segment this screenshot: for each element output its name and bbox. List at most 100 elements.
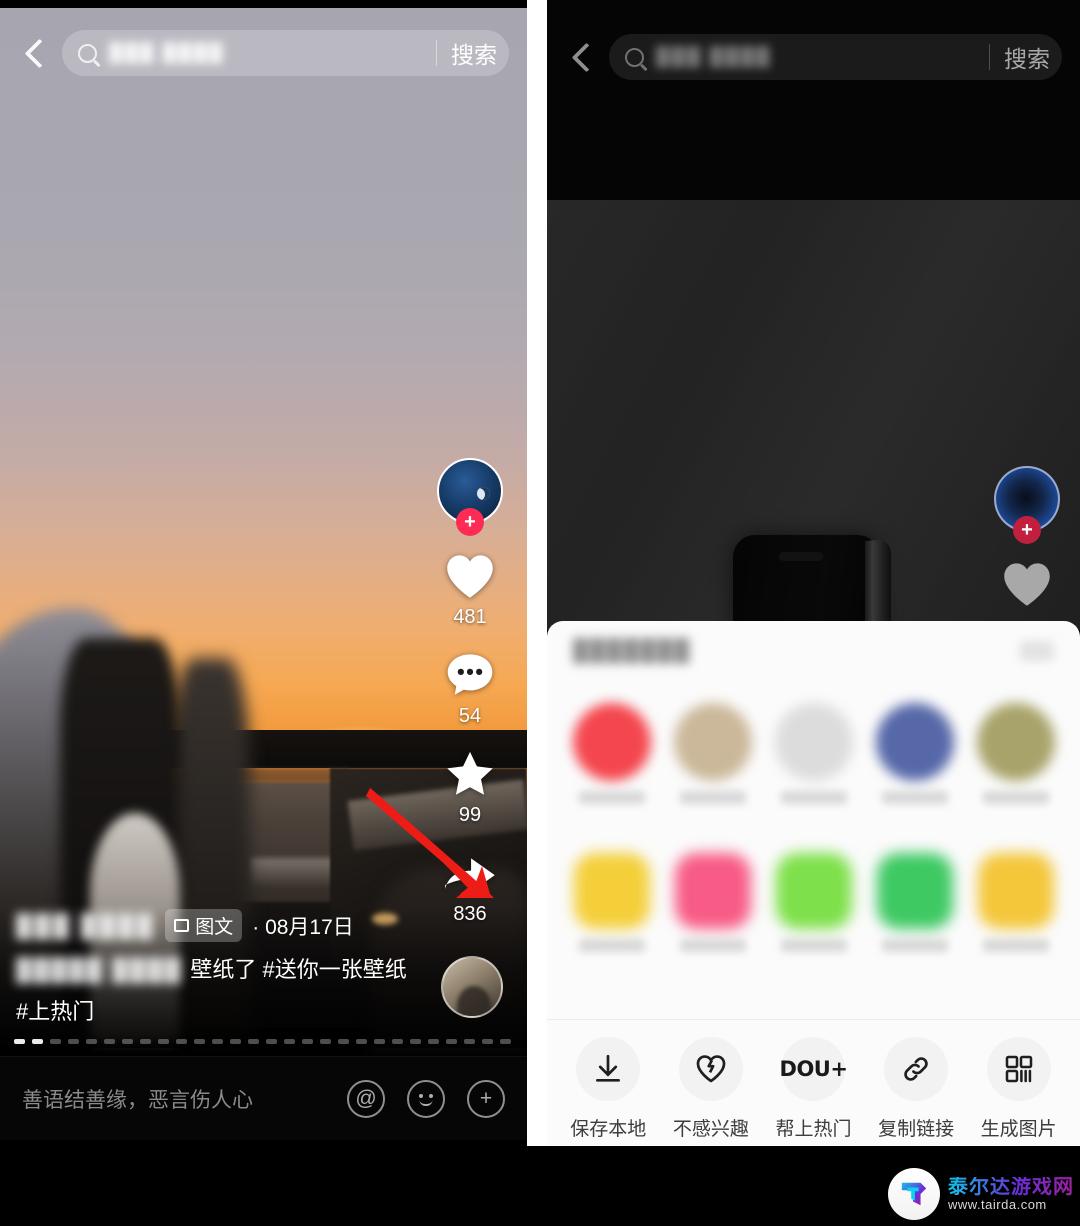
dot[interactable] bbox=[122, 1039, 133, 1044]
comment-bubble-icon bbox=[439, 647, 501, 703]
back-chevron-icon[interactable] bbox=[18, 36, 52, 70]
dot[interactable] bbox=[374, 1039, 385, 1044]
dot[interactable] bbox=[392, 1039, 403, 1044]
comment-button[interactable]: 54 bbox=[439, 647, 501, 728]
moon-shape bbox=[477, 487, 490, 500]
share-button[interactable]: 836 bbox=[439, 845, 501, 926]
action-not-interested[interactable]: 不感兴趣 bbox=[663, 1037, 759, 1141]
caption-text-row: █████ ████ 壁纸了 #送你一张壁纸 bbox=[16, 954, 446, 986]
dot[interactable] bbox=[302, 1039, 313, 1044]
post-date: · 08月17日 bbox=[252, 915, 354, 939]
dot[interactable] bbox=[50, 1039, 61, 1044]
share-sheet-header: ███████ bbox=[573, 639, 691, 663]
back-chevron-icon[interactable] bbox=[565, 40, 599, 74]
dot[interactable] bbox=[230, 1039, 241, 1044]
dot[interactable] bbox=[194, 1039, 205, 1044]
like-button[interactable]: 481 bbox=[439, 548, 501, 629]
share-contact-item[interactable] bbox=[872, 703, 958, 804]
share-app-item[interactable] bbox=[973, 853, 1059, 952]
action-label: 帮上热门 bbox=[775, 1119, 852, 1140]
dot[interactable] bbox=[104, 1039, 115, 1044]
follow-plus-badge[interactable]: + bbox=[1013, 516, 1041, 544]
at-mention-icon[interactable]: @ bbox=[347, 1079, 385, 1118]
app-name-blurred bbox=[780, 939, 847, 952]
broken-heart-icon-svg bbox=[696, 1055, 726, 1083]
add-plus-icon[interactable]: + bbox=[467, 1079, 505, 1118]
dot[interactable] bbox=[86, 1039, 97, 1044]
dot[interactable] bbox=[482, 1039, 493, 1044]
author-avatar[interactable]: + bbox=[994, 466, 1060, 544]
author-avatar[interactable]: + bbox=[437, 458, 503, 536]
app-name-blurred bbox=[679, 939, 746, 952]
action-dou-plus[interactable]: DOU+ 帮上热门 bbox=[765, 1037, 861, 1141]
dot[interactable] bbox=[284, 1039, 295, 1044]
contact-name-blurred bbox=[578, 791, 645, 804]
share-contact-item[interactable] bbox=[670, 703, 756, 804]
action-copy-link[interactable]: 复制链接 bbox=[868, 1037, 964, 1141]
share-contact-item[interactable] bbox=[569, 703, 655, 804]
dot[interactable] bbox=[140, 1039, 151, 1044]
author-profile-thumbnail[interactable] bbox=[441, 956, 503, 1018]
search-input[interactable]: ███ ████ 搜索 bbox=[609, 34, 1062, 80]
dot[interactable] bbox=[500, 1039, 511, 1044]
caption-text[interactable]: 壁纸了 #送你一张壁纸 bbox=[190, 954, 406, 986]
share-app-item[interactable] bbox=[569, 853, 655, 952]
dot[interactable] bbox=[176, 1039, 187, 1044]
dot[interactable] bbox=[410, 1039, 421, 1044]
dot[interactable] bbox=[446, 1039, 457, 1044]
share-app-item[interactable] bbox=[872, 853, 958, 952]
app-icon bbox=[775, 853, 852, 929]
contact-name-blurred bbox=[780, 791, 847, 804]
dot[interactable] bbox=[320, 1039, 331, 1044]
favorite-button[interactable]: 99 bbox=[439, 746, 501, 827]
search-button[interactable]: 搜索 bbox=[1004, 40, 1056, 74]
dot[interactable] bbox=[338, 1039, 349, 1044]
action-save-local[interactable]: 保存本地 bbox=[560, 1037, 656, 1141]
action-generate-image[interactable]: 生成图片 bbox=[971, 1037, 1067, 1141]
qr-grid-icon bbox=[986, 1037, 1051, 1101]
search-button[interactable]: 搜索 bbox=[451, 36, 503, 70]
app-icon bbox=[573, 853, 650, 929]
dot[interactable] bbox=[158, 1039, 169, 1044]
action-label: 保存本地 bbox=[570, 1119, 647, 1140]
dot[interactable] bbox=[428, 1039, 439, 1044]
contact-avatar bbox=[572, 703, 651, 781]
photo-pagination-dots bbox=[14, 1039, 511, 1044]
link-chain-icon bbox=[884, 1037, 949, 1101]
left-interaction-rail: + 481 54 99 836 bbox=[431, 458, 509, 944]
share-app-item[interactable] bbox=[670, 853, 756, 952]
dot[interactable] bbox=[464, 1039, 475, 1044]
comment-input-bar[interactable]: 善语结善缘，恶言伤人心 @ + bbox=[0, 1056, 527, 1140]
contact-name-blurred bbox=[679, 791, 746, 804]
download-icon-svg bbox=[596, 1054, 621, 1082]
dot[interactable] bbox=[14, 1039, 25, 1044]
comment-bar-icons: @ + bbox=[347, 1079, 505, 1118]
watermark-text: 泰尔达游戏网 www.tairda.com bbox=[948, 1176, 1074, 1212]
search-input[interactable]: ███ ████ 搜索 bbox=[62, 30, 509, 76]
contact-avatar bbox=[875, 703, 954, 781]
app-icon bbox=[977, 853, 1054, 929]
author-name: ███ ████ bbox=[16, 912, 156, 938]
post-type-badge[interactable]: 图文 bbox=[165, 909, 243, 943]
right-phone-panel: X ███ ████ 搜索 + bbox=[547, 0, 1080, 1146]
dot[interactable] bbox=[248, 1039, 259, 1044]
share-app-item[interactable] bbox=[771, 853, 857, 952]
heart-icon-svg bbox=[1004, 563, 1050, 606]
dot[interactable] bbox=[356, 1039, 367, 1044]
comment-placeholder[interactable]: 善语结善缘，恶言伤人心 bbox=[22, 1084, 347, 1114]
share-contact-item[interactable] bbox=[973, 703, 1059, 804]
dot[interactable] bbox=[212, 1039, 223, 1044]
share-actions-row: 保存本地 不感兴趣 DOU+ 帮上热门 复制链接 生成图片 bbox=[547, 1037, 1080, 1141]
dot[interactable] bbox=[266, 1039, 277, 1044]
dot[interactable] bbox=[68, 1039, 79, 1044]
emoji-face-icon[interactable] bbox=[407, 1079, 445, 1118]
share-sheet-header-action[interactable] bbox=[1020, 641, 1054, 661]
dot[interactable] bbox=[32, 1039, 43, 1044]
like-button[interactable] bbox=[996, 556, 1058, 612]
share-contact-item[interactable] bbox=[771, 703, 857, 804]
caption-hashtag[interactable]: #上热门 bbox=[16, 994, 446, 1026]
follow-plus-badge[interactable]: + bbox=[456, 508, 484, 536]
app-icon bbox=[876, 853, 953, 929]
search-divider bbox=[436, 40, 437, 66]
link-icon-svg bbox=[904, 1057, 928, 1081]
